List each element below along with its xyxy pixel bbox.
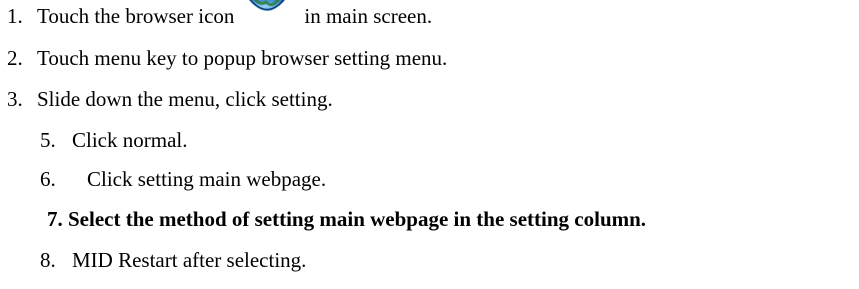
instruction-list: 1. Touch the browser icon in main screen… xyxy=(0,0,859,289)
step-number: 3. xyxy=(7,87,23,111)
step-number: 1. xyxy=(7,4,23,28)
list-item-step-3: 3. Slide down the menu, click setting. xyxy=(7,87,333,111)
step-number: 6. xyxy=(40,167,56,191)
browser-globe-icon xyxy=(244,0,290,20)
step-text: Click normal. xyxy=(72,128,188,152)
list-item-step-1: 1. Touch the browser icon in main screen… xyxy=(7,0,433,28)
step-text: Click setting main webpage. xyxy=(87,167,327,191)
list-item-step-2: 2. Touch menu key to popup browser setti… xyxy=(7,46,447,70)
step-text-before-icon: Touch the browser icon xyxy=(37,4,235,28)
step-text: Slide down the menu, click setting. xyxy=(37,87,333,111)
list-item-step-8: 8. MID Restart after selecting. xyxy=(40,248,306,272)
step-text: MID Restart after selecting. xyxy=(72,248,307,272)
step-text-after-icon: in main screen. xyxy=(304,4,433,28)
list-item-step-7: 7. Select the method of setting main web… xyxy=(47,207,646,231)
list-item-step-5: 5. Click normal. xyxy=(40,128,187,152)
list-item-step-6: 6. Click setting main webpage. xyxy=(40,167,326,191)
step-text: Select the method of setting main webpag… xyxy=(68,207,647,231)
step-number: 8. xyxy=(40,248,56,272)
step-text: Touch menu key to popup browser setting … xyxy=(37,46,448,70)
step-number: 7. xyxy=(47,207,63,231)
step-number: 2. xyxy=(7,46,23,70)
step-number: 5. xyxy=(40,128,56,152)
